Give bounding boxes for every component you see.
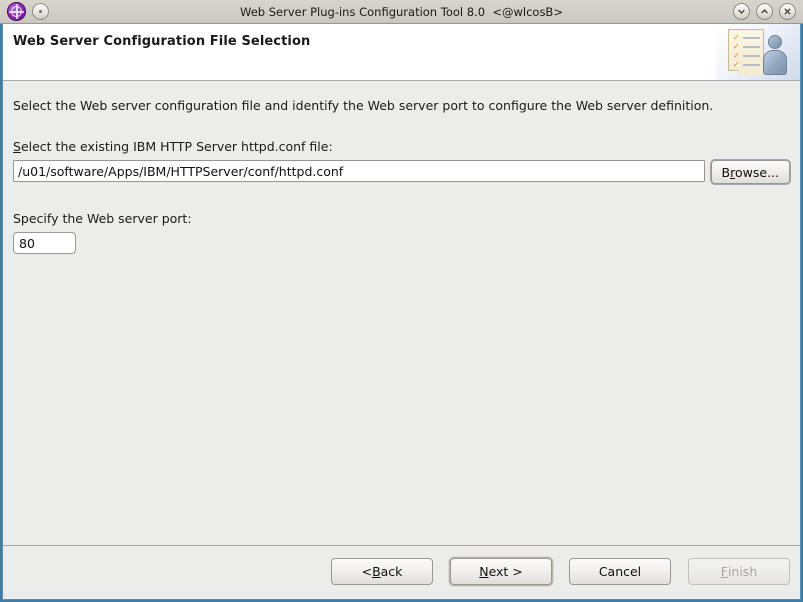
globe-crosshair-icon xyxy=(7,2,26,21)
next-button[interactable]: Next > xyxy=(450,558,552,585)
back-button-label-pre: < xyxy=(361,564,373,579)
browse-button-label-pre: B xyxy=(721,164,731,180)
cancel-button[interactable]: Cancel xyxy=(569,558,671,585)
page-title: Web Server Configuration File Selection xyxy=(13,34,311,49)
finish-button[interactable]: Finish xyxy=(688,558,790,585)
chevron-down-icon xyxy=(738,9,745,14)
port-field-label: Specify the Web server port: xyxy=(13,211,192,226)
maximize-button[interactable] xyxy=(756,3,773,20)
checklist-document-icon xyxy=(728,29,764,75)
wizard-header: Web Server Configuration File Selection xyxy=(3,24,800,81)
back-button-label-mnemonic: B xyxy=(372,564,381,579)
chevron-up-icon xyxy=(761,9,768,14)
httpd-conf-path-input[interactable] xyxy=(13,160,705,182)
web-server-port-input[interactable] xyxy=(13,232,76,254)
file-field-label-text: elect the existing IBM HTTP Server httpd… xyxy=(20,139,333,154)
file-field-row: Browse... xyxy=(13,160,790,184)
title-bar-left-controls xyxy=(4,2,49,21)
person-figure-icon xyxy=(763,35,787,75)
close-button[interactable] xyxy=(779,3,796,20)
back-button[interactable]: < Back xyxy=(331,558,433,585)
browse-button[interactable]: Browse... xyxy=(710,160,790,184)
back-button-label-post: ack xyxy=(380,564,403,579)
next-button-label-mnemonic: N xyxy=(479,564,489,579)
title-bar: Web Server Plug-ins Configuration Tool 8… xyxy=(0,0,803,24)
finish-button-label-mnemonic: F xyxy=(720,564,728,579)
next-button-label-post: ext > xyxy=(488,564,523,579)
finish-button-label-post: inish xyxy=(727,564,758,579)
minimize-button[interactable] xyxy=(733,3,750,20)
file-field-label: Select the existing IBM HTTP Server http… xyxy=(13,139,790,154)
close-x-icon xyxy=(784,8,791,15)
instruction-text: Select the Web server configuration file… xyxy=(13,98,714,113)
browse-button-label-post: owse... xyxy=(735,164,779,180)
wizard-banner-graphic xyxy=(716,24,800,80)
wizard-content: Select the Web server configuration file… xyxy=(3,81,800,545)
file-field-label-mnemonic: S xyxy=(13,139,21,154)
wizard-footer: < Back Next > Cancel Finish xyxy=(3,545,800,599)
cancel-button-label: Cancel xyxy=(598,564,642,579)
window-menu-dot-button[interactable] xyxy=(32,3,49,20)
title-bar-window-controls xyxy=(733,3,799,20)
window-title: Web Server Plug-ins Configuration Tool 8… xyxy=(240,4,563,19)
application-window: Web Server Plug-ins Configuration Tool 8… xyxy=(0,0,803,602)
dialog-frame: Web Server Configuration File Selection xyxy=(2,24,801,600)
